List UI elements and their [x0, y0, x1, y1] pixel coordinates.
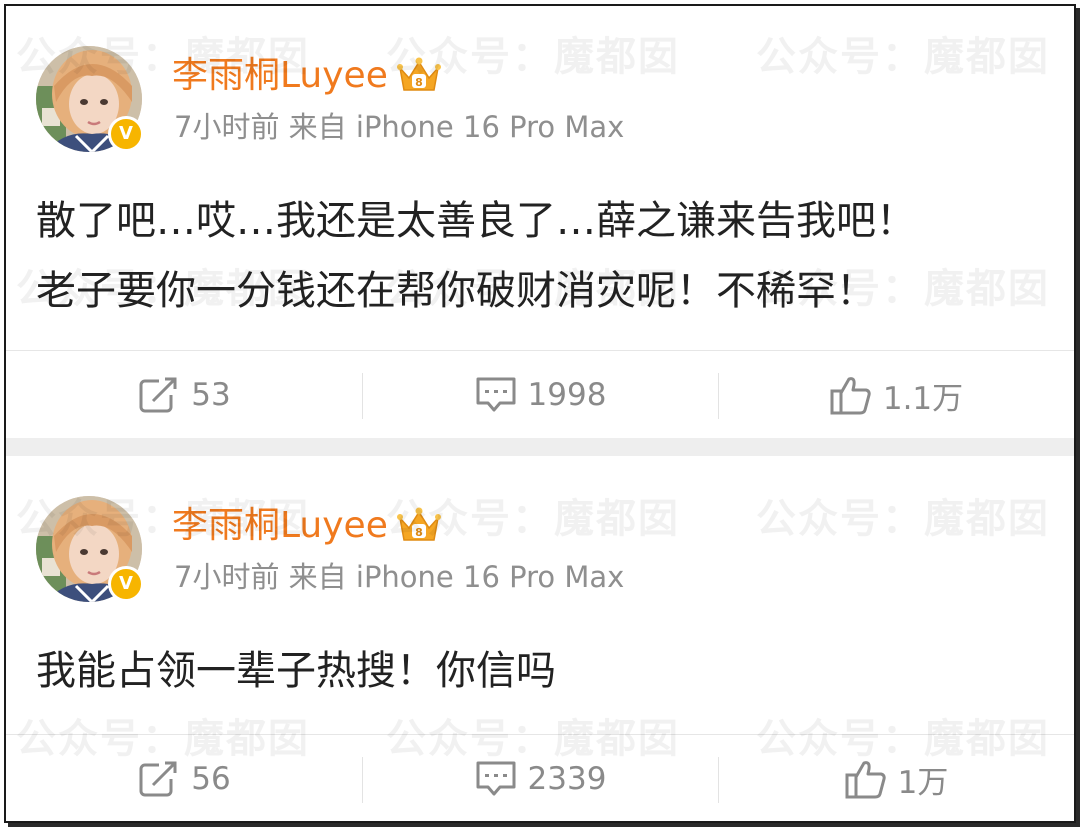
- comment-button[interactable]: 2339: [362, 735, 718, 821]
- repost-button[interactable]: 53: [6, 351, 362, 439]
- post-meta: 7小时前 来自 iPhone 16 Pro Max: [174, 110, 625, 144]
- verified-badge-icon: V: [108, 566, 144, 602]
- post-actions-bar: 53 1998 1.1万: [6, 350, 1074, 439]
- thumbs-up-icon: [830, 377, 871, 415]
- username-link[interactable]: 李雨桐Luyee: [172, 52, 388, 100]
- repost-count: 53: [191, 377, 231, 413]
- avatar[interactable]: V: [36, 496, 144, 602]
- post-content-line: 老子要你一分钱还在帮你破财消灾呢！不稀罕！: [36, 268, 876, 314]
- comment-icon: [476, 377, 516, 412]
- crown-vip-icon: 8: [396, 507, 441, 541]
- post-content-line: 散了吧…哎…我还是太善良了…薛之谦来告我吧！: [36, 198, 916, 244]
- screenshot-frame: V 李雨桐Luyee 8 7小时前 来自 iPhone 16 Pro Max 散…: [4, 4, 1076, 823]
- like-button[interactable]: 1.1万: [718, 351, 1074, 439]
- avatar[interactable]: V: [36, 46, 144, 152]
- comment-icon: [476, 761, 516, 796]
- svg-text:8: 8: [415, 76, 423, 89]
- weibo-post: V 李雨桐Luyee 8 7小时前 来自 iPhone 16 Pro Max 我…: [6, 456, 1074, 821]
- repost-icon: [139, 377, 177, 413]
- user-header: 李雨桐Luyee 8: [172, 502, 442, 550]
- like-count: 1.1万: [882, 380, 964, 417]
- comment-button[interactable]: 1998: [362, 351, 718, 439]
- thumbs-up-icon: [845, 761, 886, 799]
- comment-count: 1998: [527, 377, 607, 413]
- post-meta: 7小时前 来自 iPhone 16 Pro Max: [174, 560, 625, 594]
- verified-badge-icon: V: [108, 116, 144, 152]
- repost-icon: [139, 761, 177, 797]
- like-button[interactable]: 1万: [718, 735, 1074, 821]
- like-count: 1万: [897, 764, 949, 801]
- svg-text:8: 8: [415, 526, 423, 539]
- post-content-line: 我能占领一辈子热搜！你信吗: [36, 648, 556, 694]
- user-header: 李雨桐Luyee 8: [172, 52, 442, 100]
- comment-count: 2339: [527, 761, 607, 797]
- crown-vip-icon: 8: [396, 57, 441, 91]
- post-separator: [6, 438, 1074, 456]
- username-link[interactable]: 李雨桐Luyee: [172, 502, 388, 550]
- weibo-post: V 李雨桐Luyee 8 7小时前 来自 iPhone 16 Pro Max 散…: [6, 6, 1074, 438]
- repost-button[interactable]: 56: [6, 735, 362, 821]
- repost-count: 56: [191, 761, 231, 797]
- post-actions-bar: 56 2339 1万: [6, 734, 1074, 821]
